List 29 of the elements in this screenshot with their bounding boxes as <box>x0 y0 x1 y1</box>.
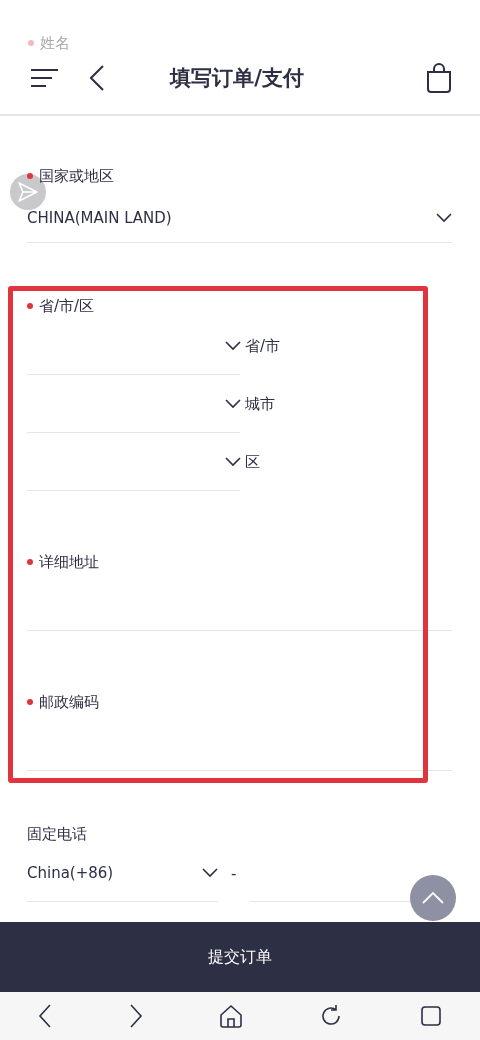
scroll-top-button[interactable] <box>410 875 456 921</box>
select-caption: 城市 <box>245 394 275 414</box>
submit-order-button[interactable]: 提交订单 <box>0 922 480 992</box>
caret-icon <box>225 340 241 351</box>
field-label: 姓名 <box>40 33 70 53</box>
caret-icon <box>436 213 452 223</box>
select-caption: 省/市 <box>245 336 281 356</box>
field-label: 固定电话 <box>27 824 87 844</box>
field-label: 国家或地区 <box>39 166 114 186</box>
separator: - <box>231 864 237 883</box>
shopping-bag-icon[interactable] <box>426 63 452 93</box>
caret-icon <box>202 868 218 878</box>
tabs-icon[interactable] <box>419 1005 442 1027</box>
back-icon[interactable] <box>38 1004 53 1028</box>
page-title: 填写订单/支付 <box>168 65 305 92</box>
field-label: 省/市/区 <box>39 296 95 316</box>
forward-icon[interactable] <box>128 1004 143 1028</box>
menu-icon[interactable] <box>30 68 60 88</box>
chevron-up-icon <box>422 892 444 904</box>
select-caption: 区 <box>245 452 260 472</box>
country-select[interactable]: CHINA(MAIN LAND) <box>27 206 452 230</box>
back-icon[interactable] <box>90 65 104 91</box>
caret-icon <box>225 456 241 467</box>
country-code-select[interactable]: China(+86) <box>27 845 218 902</box>
home-icon[interactable] <box>218 1004 243 1028</box>
caret-icon <box>225 398 241 409</box>
field-label: 详细地址 <box>39 552 99 572</box>
send-icon <box>17 181 39 203</box>
field-label: 邮政编码 <box>39 692 99 712</box>
